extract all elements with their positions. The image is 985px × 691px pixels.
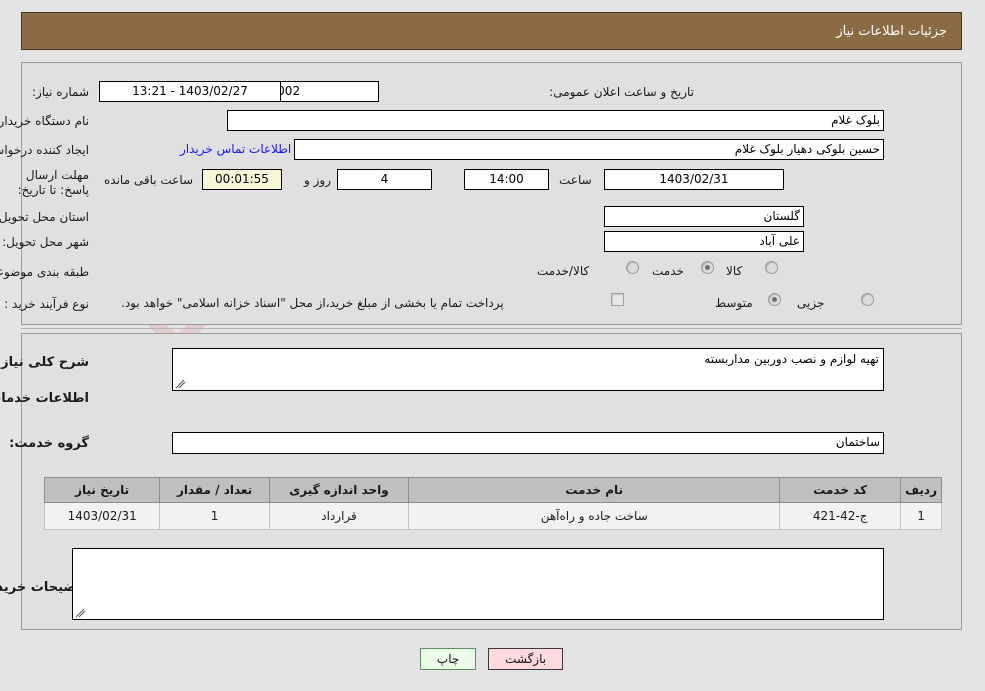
- back-button[interactable]: بازگشت: [489, 648, 565, 670]
- col-unit: واحد اندازه گیری: [269, 477, 411, 503]
- countdown-timer: 00:01:55: [203, 169, 283, 190]
- general-description-textarea[interactable]: تهیه لوازم و نصب دوربین مداربسته: [173, 348, 885, 391]
- request-creator-label: ایجاد کننده درخواست:: [0, 143, 90, 157]
- buyer-contact-link[interactable]: اطلاعات تماس خریدار: [181, 142, 292, 156]
- cell-service-name: ساخت جاده و راه‌آهن: [409, 502, 782, 530]
- col-service-code: کد خدمت: [780, 477, 903, 503]
- page-title: جزئیات اطلاعات نیاز: [837, 24, 948, 39]
- resize-grip-icon[interactable]: [176, 377, 188, 389]
- resize-grip-icon[interactable]: [76, 606, 88, 618]
- remaining-days-value: 4: [338, 169, 433, 190]
- islamic-treasury-checkbox[interactable]: [612, 293, 625, 306]
- cell-unit: قرارداد: [269, 502, 411, 530]
- radio-process-medium[interactable]: [769, 293, 782, 306]
- public-announcement-label: تاریخ و ساعت اعلان عمومی:: [550, 85, 695, 99]
- islamic-treasury-label: پرداخت تمام یا بخشی از مبلغ خرید،از محل …: [122, 296, 505, 310]
- col-service-name: نام خدمت: [409, 477, 782, 503]
- radio-process-medium-label: متوسط: [716, 296, 754, 310]
- table-row: 1 ج-42-421 ساخت جاده و راه‌آهن قرارداد 1…: [44, 502, 943, 530]
- countdown-label: ساعت باقی مانده: [105, 173, 195, 187]
- general-description-value: تهیه لوازم و نصب دوربین مداربسته: [705, 352, 880, 366]
- service-group-value: ساختمان: [173, 432, 885, 454]
- radio-classification-goods[interactable]: [766, 261, 779, 274]
- cell-need-date: 1403/02/31: [44, 502, 162, 530]
- footer-actions: بازگشت چاپ: [0, 648, 985, 670]
- radio-classification-service-label: خدمت: [653, 264, 685, 278]
- cell-quantity: 1: [160, 502, 271, 530]
- buyer-org-label: نام دستگاه خریدار:: [0, 114, 90, 128]
- public-announcement-value: 1403/02/27 - 13:21: [100, 81, 282, 102]
- subject-classification-label: طبقه بندی موضوعی:: [0, 265, 90, 279]
- radio-classification-goods-service[interactable]: [627, 261, 640, 274]
- deadline-hour-label: ساعت: [560, 173, 593, 187]
- col-row-no: ردیف: [901, 477, 943, 503]
- general-description-label: شرح کلی نیاز:: [0, 355, 90, 370]
- col-quantity: تعداد / مقدار: [160, 477, 271, 503]
- response-deadline-label: مهلت ارسال پاسخ: تا تاریخ:: [18, 168, 90, 197]
- radio-classification-service[interactable]: [702, 261, 715, 274]
- delivery-province-label: استان محل تحویل:: [0, 210, 90, 224]
- request-creator-value: حسین بلوکی دهیار بلوک غلام: [295, 139, 885, 160]
- radio-classification-goods-service-label: کالا/خدمت: [538, 264, 591, 278]
- panel-divider: [22, 328, 963, 329]
- window-titlebar: جزئیات اطلاعات نیاز: [22, 12, 963, 50]
- cell-row-no: 1: [901, 502, 943, 530]
- buyer-notes-textarea[interactable]: [73, 548, 885, 620]
- radio-process-minor-label: جزیی: [798, 296, 826, 310]
- delivery-city-label: شهر محل تحویل:: [3, 235, 90, 249]
- services-table: ردیف کد خدمت نام خدمت واحد اندازه گیری ت…: [44, 477, 943, 530]
- services-section-title: اطلاعات خدمات مورد نیاز: [0, 391, 90, 406]
- purchase-process-label: نوع فرآیند خرید :: [5, 297, 90, 311]
- col-need-date: تاریخ نیاز: [44, 477, 162, 503]
- radio-process-minor[interactable]: [862, 293, 875, 306]
- remaining-days-label: روز و: [305, 173, 332, 187]
- cell-service-code: ج-42-421: [780, 502, 903, 530]
- table-header-row: ردیف کد خدمت نام خدمت واحد اندازه گیری ت…: [44, 477, 943, 503]
- radio-classification-goods-label: کالا: [727, 264, 744, 278]
- delivery-city-value: علی آباد: [605, 231, 805, 252]
- print-button[interactable]: چاپ: [420, 648, 478, 670]
- deadline-date-value: 1403/02/31: [605, 169, 785, 190]
- need-number-label: شماره نیاز:: [33, 85, 90, 99]
- deadline-hour-value: 14:00: [465, 169, 550, 190]
- delivery-province-value: گلستان: [605, 206, 805, 227]
- service-group-label: گروه خدمت:: [10, 436, 90, 451]
- buyer-org-value: بلوک غلام: [228, 110, 885, 131]
